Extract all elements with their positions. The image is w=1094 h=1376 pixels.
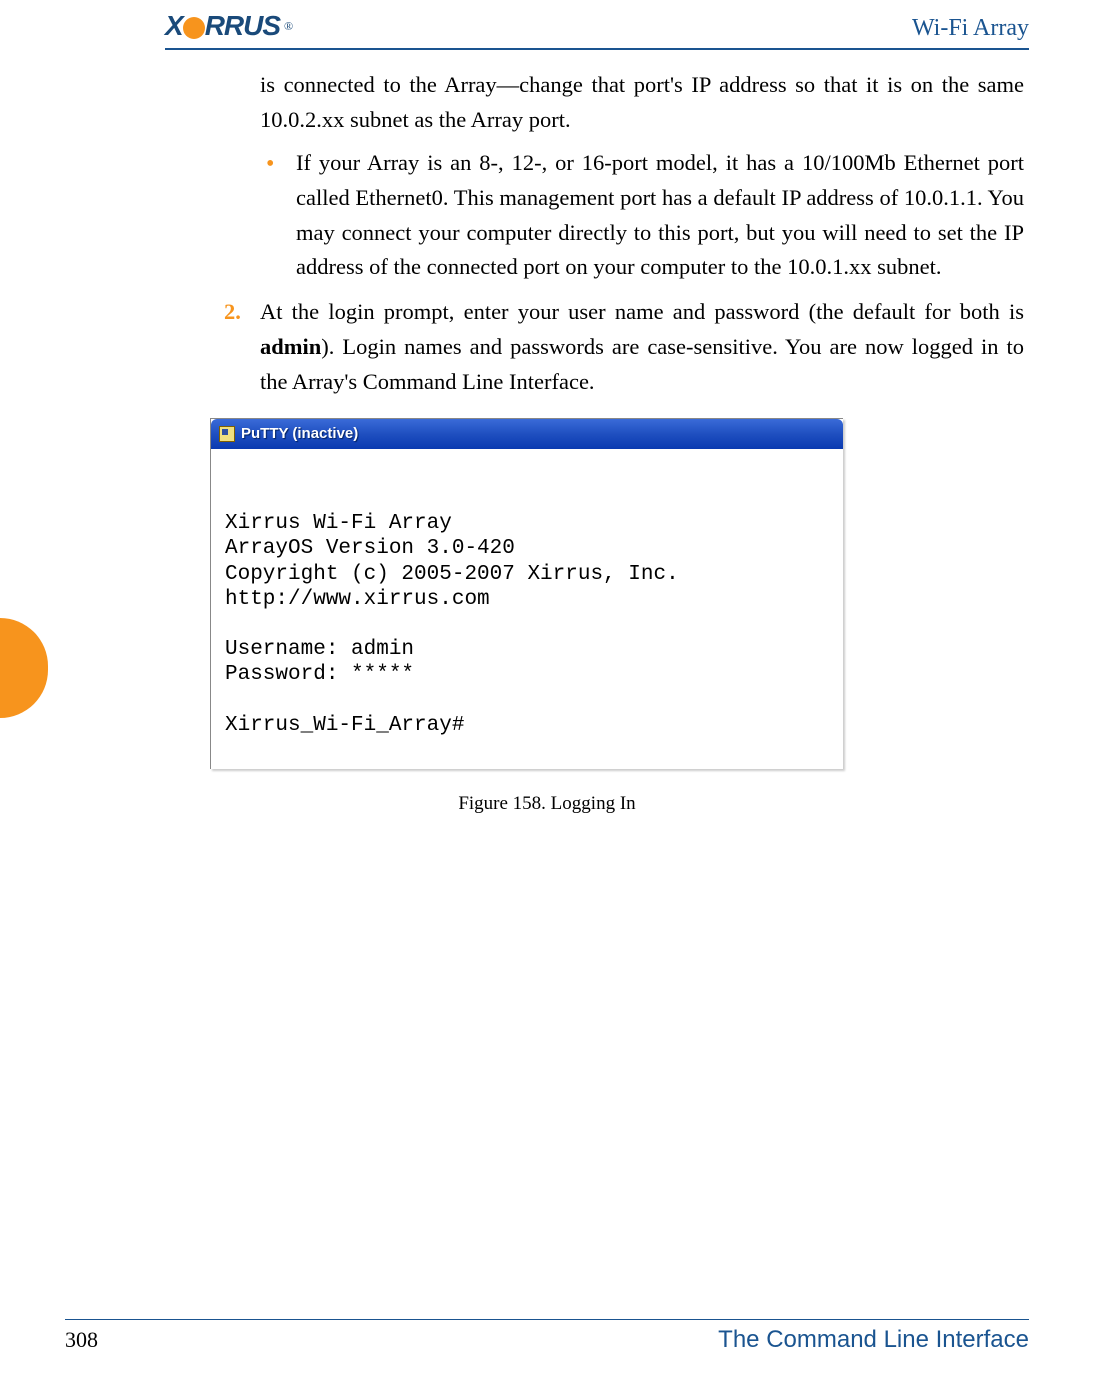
- logo-dot-icon: [183, 17, 205, 39]
- header-title: Wi-Fi Array: [912, 15, 1029, 42]
- step-text: At the login prompt, enter your user nam…: [260, 295, 1024, 400]
- window-titlebar: PuTTY (inactive): [211, 419, 843, 449]
- footer-section-title: The Command Line Interface: [718, 1326, 1029, 1354]
- numbered-step-2: 2. At the login prompt, enter your user …: [224, 295, 1024, 400]
- logo-text-x: X: [165, 10, 183, 42]
- logo-text-rrus: RRUS: [205, 10, 280, 42]
- continuation-paragraph: is connected to the Array—change that po…: [260, 68, 1024, 138]
- step2-pre: At the login prompt, enter your user nam…: [260, 299, 1024, 324]
- logo-registered: ®: [284, 19, 293, 34]
- figure-caption: Figure 158. Logging In: [65, 793, 1029, 815]
- footer-divider: [65, 1319, 1029, 1320]
- step2-post: ). Login names and passwords are case-se…: [260, 334, 1024, 394]
- window-title: PuTTY (inactive): [241, 425, 358, 442]
- terminal-output: Xirrus Wi-Fi Array ArrayOS Version 3.0-4…: [211, 449, 843, 769]
- body-content: is connected to the Array—change that po…: [65, 68, 1029, 400]
- brand-logo: X RRUS ®: [165, 10, 293, 42]
- page-header: X RRUS ® Wi-Fi Array: [65, 10, 1029, 48]
- putty-screenshot: PuTTY (inactive) Xirrus Wi-Fi Array Arra…: [210, 418, 843, 769]
- page-footer: 308 The Command Line Interface: [65, 1319, 1029, 1354]
- putty-icon: [219, 426, 235, 442]
- page-container: X RRUS ® Wi-Fi Array is connected to the…: [0, 0, 1094, 1376]
- bullet-item-1: If your Array is an 8-, 12-, or 16-port …: [260, 146, 1024, 286]
- header-divider: [165, 48, 1029, 50]
- side-tab-marker: [0, 618, 48, 718]
- footer-row: 308 The Command Line Interface: [65, 1326, 1029, 1354]
- step2-admin: admin: [260, 334, 321, 359]
- page-number: 308: [65, 1327, 98, 1353]
- step-number: 2.: [224, 295, 241, 330]
